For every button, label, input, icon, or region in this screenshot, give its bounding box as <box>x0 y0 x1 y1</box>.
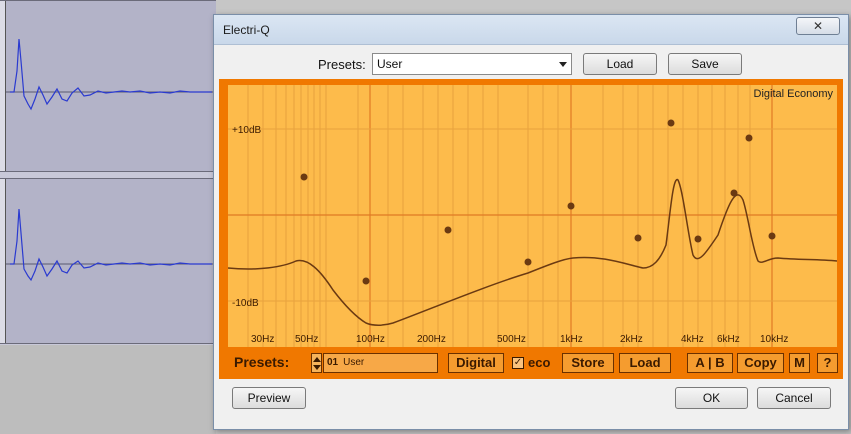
close-icon: ✕ <box>812 19 824 33</box>
ok-button[interactable]: OK <box>675 387 748 409</box>
db-label: +10dB <box>232 125 262 136</box>
freq-label: 4kHz <box>681 334 704 345</box>
plugin-load-button[interactable]: Load <box>619 353 671 373</box>
eco-checkbox[interactable]: ✓ <box>512 357 524 369</box>
waveform <box>0 208 216 282</box>
eq-band-handle[interactable] <box>567 202 575 210</box>
eq-band-handle[interactable] <box>634 234 642 242</box>
store-button[interactable]: Store <box>562 353 614 373</box>
plugin-toolbar: Presets: 01 User Digital ✓ eco Store Load… <box>219 351 843 375</box>
dialog-title: Electri-Q <box>223 23 270 37</box>
check-icon: ✓ <box>513 357 523 368</box>
spinner-up-icon[interactable] <box>313 357 321 362</box>
freq-label: 100Hz <box>356 334 385 345</box>
eq-band-handle[interactable] <box>694 235 702 243</box>
cancel-button[interactable]: Cancel <box>757 387 831 409</box>
freq-label: 10kHz <box>760 334 788 345</box>
save-preset-button[interactable]: Save <box>668 53 742 75</box>
eq-graph[interactable]: +10dB -10dB 30Hz 50Hz 100Hz 200Hz 500Hz … <box>228 85 837 347</box>
eq-band-handle[interactable] <box>745 134 753 142</box>
preset-number: 01 <box>327 357 339 368</box>
ab-compare-button[interactable]: A | B <box>687 353 733 373</box>
presets-label: Presets: <box>318 57 366 72</box>
presets-selected-value: User <box>377 57 403 71</box>
eq-band-handle[interactable] <box>444 226 452 234</box>
title-bar[interactable]: Electri-Q ✕ <box>214 15 848 45</box>
load-preset-button[interactable]: Load <box>583 53 657 75</box>
preset-spinner[interactable] <box>311 353 322 373</box>
eq-band-handle[interactable] <box>300 173 308 181</box>
db-label: -10dB <box>232 298 259 309</box>
presets-row: Presets: User Load Save <box>214 53 848 79</box>
eq-response-curve <box>228 179 837 326</box>
freq-label: 2kHz <box>620 334 643 345</box>
eq-graph-canvas[interactable]: +10dB -10dB 30Hz 50Hz 100Hz 200Hz 500Hz … <box>228 85 837 347</box>
waveform <box>0 38 216 111</box>
copy-button[interactable]: Copy <box>737 353 784 373</box>
eq-band-handle[interactable] <box>524 258 532 266</box>
freq-label: 1kHz <box>560 334 583 345</box>
preview-button[interactable]: Preview <box>232 387 306 409</box>
mode-label: Digital Economy <box>753 88 833 100</box>
eco-label: eco <box>528 355 551 370</box>
audio-track[interactable] <box>0 0 216 172</box>
track-ruler <box>0 179 6 343</box>
presets-dropdown[interactable]: User <box>372 53 572 75</box>
freq-label: 6kHz <box>717 334 740 345</box>
eq-band-handle[interactable] <box>667 119 675 127</box>
waveform-area <box>0 0 216 345</box>
freq-label: 200Hz <box>417 334 446 345</box>
chevron-down-icon <box>559 62 567 67</box>
close-button[interactable]: ✕ <box>796 17 840 35</box>
track-ruler <box>0 1 6 171</box>
spinner-down-icon[interactable] <box>313 365 321 370</box>
freq-label: 30Hz <box>251 334 274 345</box>
desktop: Electri-Q ✕ Presets: User Load Save +10d… <box>0 0 851 434</box>
help-button[interactable]: ? <box>817 353 838 373</box>
empty-track-area <box>0 345 216 434</box>
audio-track[interactable] <box>0 178 216 344</box>
freq-label: 500Hz <box>497 334 526 345</box>
preset-name-field[interactable]: 01 User <box>323 353 438 373</box>
digital-button[interactable]: Digital <box>448 353 504 373</box>
freq-label: 50Hz <box>295 334 318 345</box>
preset-name: User <box>343 357 365 368</box>
eq-band-handle[interactable] <box>730 189 738 197</box>
eq-band-handle[interactable] <box>768 232 776 240</box>
eq-plugin-panel: +10dB -10dB 30Hz 50Hz 100Hz 200Hz 500Hz … <box>219 79 843 379</box>
plugin-presets-label: Presets: <box>234 354 290 370</box>
electri-q-dialog: Electri-Q ✕ Presets: User Load Save +10d… <box>213 14 849 430</box>
eq-band-handle[interactable] <box>362 277 370 285</box>
m-button[interactable]: M <box>789 353 810 373</box>
